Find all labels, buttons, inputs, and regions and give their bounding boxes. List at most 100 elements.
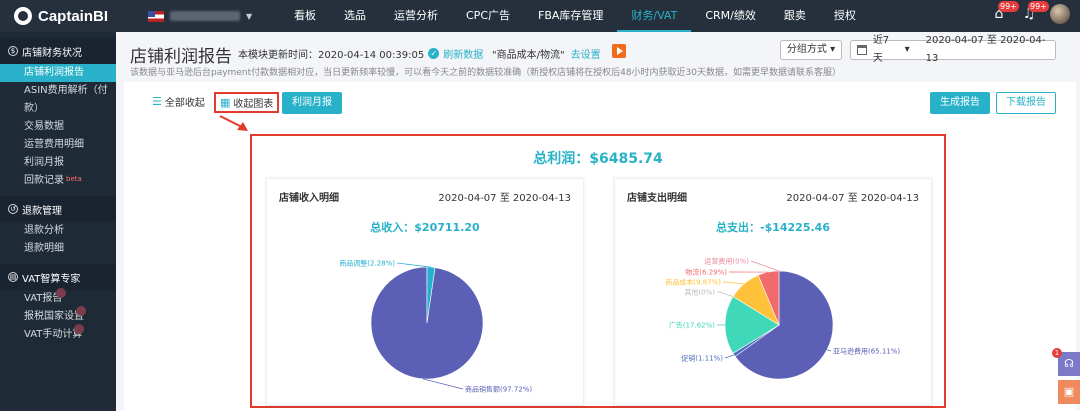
nav-item-7[interactable]: 跟卖 (770, 0, 820, 32)
main-menu: 看板 选品 运营分析 CPC广告 FBA库存管理 财务/VAT CRM/绩效 跟卖 授权 (280, 0, 870, 32)
cost-setting: "商品成本/物流" 去设置 (492, 46, 601, 61)
sidebar-item-label: 退款明细 (24, 243, 64, 254)
gift-float-button[interactable]: ▣ (1058, 380, 1080, 404)
sidebar-item-label: 退款分析 (24, 225, 64, 236)
logo[interactable]: CaptainBI (0, 0, 116, 32)
expense-total: 总支出：-$14225.46 (716, 221, 830, 234)
page-title: 店铺利润报告 (130, 47, 232, 67)
highlight-box: 总利润：$6485.74 店铺收入明细 2020-04-07 至 2020-04… (250, 134, 946, 408)
update-time-text: 本模块更新时间：2020-04-14 00:39:05 (238, 50, 425, 61)
sidebar-section-1[interactable]: ↺ 退款管理 (0, 196, 116, 222)
pie-leader-1 (396, 262, 432, 268)
group-by-label: 分组方式 (786, 44, 827, 55)
pie-label-0: 亚马逊费用(65.11%) (833, 347, 900, 356)
pie-leader-6 (750, 260, 780, 272)
us-flag-icon (148, 10, 164, 22)
top-right-tools: ⌂ 99+ ♫ 99+ (990, 1, 1070, 24)
nav-item-4[interactable]: FBA库存管理 (524, 0, 617, 32)
gift-icon[interactable]: ⌂ 99+ (990, 1, 1019, 23)
check-icon: ✓ (428, 48, 440, 59)
range-preset: 近7天 (872, 35, 890, 64)
gift-badge: 99+ (998, 1, 1019, 12)
pie-label-2: 广告(17.62%) (669, 321, 715, 330)
report-panel: ☰ 全部收起 ▦ 收起图表 利润月报 生成报告 下载报告 总利润：$6485.74 … (124, 82, 1076, 411)
section-icon: ↺ (8, 204, 18, 214)
collapse-all-label: 全部收起 (164, 98, 205, 109)
nav-item-0[interactable]: 看板 (280, 0, 330, 32)
pie-leader-3 (717, 291, 734, 297)
expense-card: 店铺支出明细 2020-04-07 至 2020-04-13 总支出：-$142… (614, 178, 932, 406)
collapse-chart-label: 收起图表 (233, 99, 274, 110)
download-report-button[interactable]: 下载报告 (996, 92, 1056, 114)
pie-label-4: 商品成本(9.87%) (665, 278, 721, 287)
expense-dates: 2020-04-07 至 2020-04-13 (786, 193, 919, 204)
sidebar-section-0[interactable]: $ 店铺财务状况 (0, 38, 116, 64)
account-name-blurred (170, 11, 240, 21)
generate-report-button[interactable]: 生成报告 (930, 92, 990, 114)
sidebar-item-0-2[interactable]: 款） (0, 100, 116, 118)
income-title: 店铺收入明细 (279, 193, 339, 204)
update-time: 本模块更新时间：2020-04-14 00:39:05 ✓ 刷新数据 (238, 46, 483, 61)
notification-dot (76, 306, 86, 316)
pie-label-5: 物流(6.29%) (685, 268, 727, 277)
pie-label-0: 商品销售额(97.72%) (465, 385, 532, 394)
section-icon: ▤ (8, 272, 18, 282)
headset-icon: ☊ (1064, 357, 1074, 370)
list-icon: ☰ (152, 95, 162, 108)
sidebar-item-label: 报税国家设置 (24, 311, 84, 322)
sidebar-item-0-5[interactable]: 利润月报 (0, 154, 116, 172)
bell-icon[interactable]: ♫ 99+ (1020, 1, 1049, 23)
avatar[interactable] (1050, 4, 1070, 24)
report-toolbar: ☰ 全部收起 ▦ 收起图表 利润月报 生成报告 下载报告 (124, 82, 1076, 122)
sidebar-item-label: 运营费用明细 (24, 139, 84, 150)
sidebar: $ 店铺财务状况 店铺利润报告 ASIN费用解析（付 款） 交易数据运营费用明细 利润月报回… (0, 32, 116, 411)
nav-item-3[interactable]: CPC广告 (452, 0, 524, 32)
nav-item-1[interactable]: 选品 (330, 0, 380, 32)
nav-item-5[interactable]: 财务/VAT (617, 0, 692, 32)
total-profit: 总利润：$6485.74 (533, 151, 663, 167)
sidebar-item-2-1[interactable]: 报税国家设置 (0, 306, 116, 326)
sidebar-item-label: 交易数据 (24, 121, 64, 132)
expense-title: 店铺支出明细 (627, 193, 687, 204)
sidebar-item-2-2[interactable]: VAT手动计算 (0, 324, 116, 344)
sidebar-item-0-1[interactable]: ASIN费用解析（付 (0, 82, 116, 100)
sidebar-section-2[interactable]: ▤ VAT智算专家 (0, 264, 116, 290)
notification-dot (74, 324, 84, 334)
group-by-dropdown[interactable]: 分组方式 ▾ (780, 40, 842, 60)
service-badge: 1 (1052, 348, 1062, 358)
nav-item-2[interactable]: 运营分析 (380, 0, 452, 32)
sidebar-item-2-0[interactable]: VAT报告 (0, 288, 116, 308)
sidebar-section-title: 店铺财务状况 (22, 47, 82, 59)
chevron-down-icon: ▾ (904, 44, 910, 55)
income-pie-chart: 商品销售额(97.72%) 商品调整(2.28%) (339, 259, 532, 394)
top-nav: CaptainBI ▼ 看板 选品 运营分析 CPC广告 FBA库存管理 财务/VAT CR… (0, 0, 1080, 32)
collapse-all-button[interactable]: ☰ 全部收起 (152, 94, 205, 109)
income-dates: 2020-04-07 至 2020-04-13 (438, 193, 571, 204)
sidebar-item-label: 利润月报 (24, 157, 64, 168)
sidebar-item-1-0[interactable]: 退款分析 (0, 222, 116, 240)
section-icon: $ (8, 46, 18, 56)
pie-leader-1 (724, 354, 735, 359)
income-card: 店铺收入明细 2020-04-07 至 2020-04-13 总收入：$2071… (266, 178, 584, 406)
sidebar-item-label: 店铺利润报告 (24, 67, 84, 78)
pie-label-6: 运营费用(0%) (704, 257, 749, 266)
video-play-icon[interactable] (612, 44, 626, 58)
go-setting-link[interactable]: 去设置 (571, 50, 601, 61)
sidebar-item-1-1[interactable]: 退款明细 (0, 240, 116, 258)
sidebar-item-0-0[interactable]: 店铺利润报告 (0, 64, 116, 82)
account-switcher[interactable]: ▼ (148, 10, 258, 22)
notification-dot (56, 288, 66, 298)
sidebar-item-label: 回款记录 (24, 175, 64, 186)
sidebar-item-0-6[interactable]: 回款记录 beta (0, 172, 116, 190)
customer-service-button[interactable]: ☊ 1 (1052, 348, 1080, 376)
pie-label-1: 促销(1.11%) (681, 354, 723, 363)
data-note: 该数据与亚马逊后台payment付款数据相对应，当日更新频率较慢，可以看今天之前… (130, 68, 841, 78)
refresh-data-link[interactable]: 刷新数据 (443, 46, 483, 61)
nav-item-8[interactable]: 授权 (820, 0, 870, 32)
sidebar-item-0-3[interactable]: 交易数据 (0, 118, 116, 136)
nav-item-6[interactable]: CRM/绩效 (691, 0, 770, 32)
profit-monthly-button[interactable]: 利润月报 (282, 92, 342, 114)
collapse-chart-button[interactable]: ▦ 收起图表 (214, 92, 280, 113)
date-range-picker[interactable]: 近7天 ▾ 2020-04-07 至 2020-04-13 (850, 35, 1056, 64)
sidebar-item-0-4[interactable]: 运营费用明细 (0, 136, 116, 154)
